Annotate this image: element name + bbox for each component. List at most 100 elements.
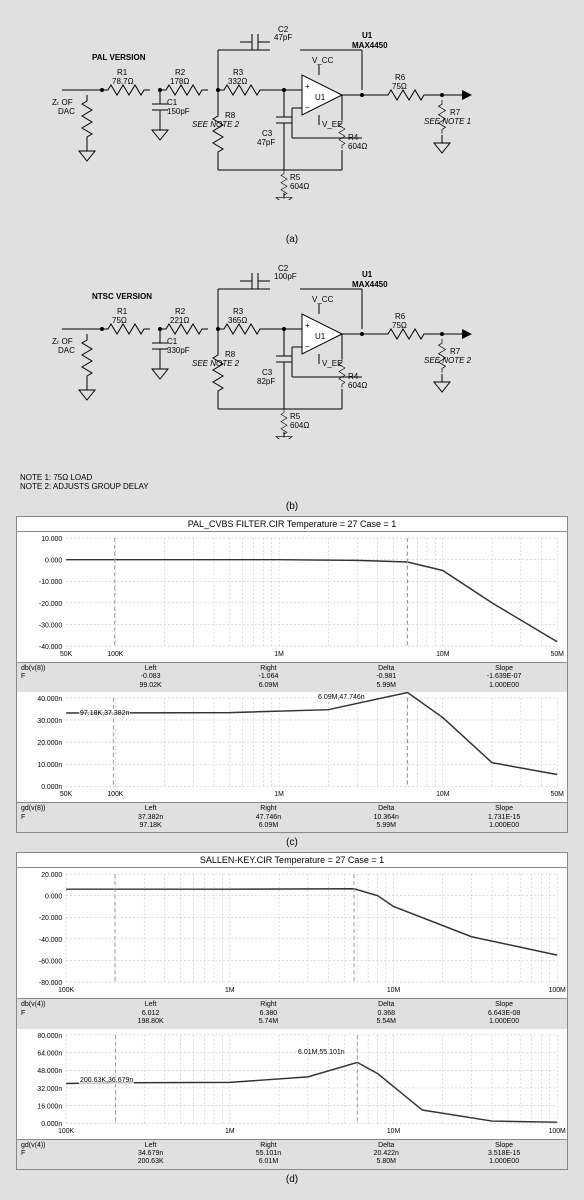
svg-text:DAC: DAC — [58, 107, 75, 116]
ntsc-r4-label: R4 — [348, 372, 359, 381]
schematic-pal: R1 78.7Ω R2 178Ω R3 332Ω C2 47pF C1 150p… — [10, 10, 574, 230]
sk-gd-xvar: F — [21, 1150, 92, 1158]
pal-u1-label: U1 — [362, 31, 373, 40]
ntsc-r8-value: SEE NOTE 2 — [192, 359, 240, 368]
ntsc-r8-label: R8 — [225, 350, 236, 359]
chart-sallen-gd-info: gd(v(4)) F Left34.679n200.63K Right55.10… — [17, 1140, 567, 1169]
pal-gd-marker2: 6.09M,47.746n — [317, 694, 366, 701]
svg-text:1M: 1M — [225, 1128, 235, 1135]
svg-text:+: + — [305, 321, 310, 330]
pal-r2-label: R2 — [175, 68, 186, 77]
pal-vee: V_EE — [322, 120, 342, 129]
pal-r1-label: R1 — [117, 68, 128, 77]
pal-r2-value: 178Ω — [170, 77, 189, 86]
note2: NOTE 2: ADJUSTS GROUP DELAY — [20, 482, 574, 491]
chart-sallen-panel-gd: 200.63K,36.679n 6.01M,55.101n 80.000n64.… — [17, 1029, 567, 1140]
svg-text:10M: 10M — [436, 791, 450, 798]
svg-text:1M: 1M — [274, 791, 284, 798]
svg-text:-30.000: -30.000 — [39, 622, 62, 629]
svg-text:100M: 100M — [549, 1128, 566, 1135]
svg-text:-20.000: -20.000 — [39, 916, 62, 923]
pal-gd-signal: gd(v(8)) — [21, 805, 92, 813]
pal-r5-label: R5 — [290, 173, 301, 182]
svg-text:10M: 10M — [387, 987, 401, 994]
sk-gd-marker2: 6.01M,55.101n — [297, 1049, 346, 1056]
pal-r6-value: 75Ω — [392, 82, 407, 91]
svg-text:50K: 50K — [60, 791, 73, 798]
ntsc-u1-part: MAX4450 — [352, 280, 388, 289]
chart-sallen: SALLEN-KEY.CIR Temperature = 27 Case = 1… — [16, 852, 568, 1169]
note1: NOTE 1: 75Ω LOAD — [20, 473, 574, 482]
ntsc-r1-label: R1 — [117, 307, 128, 316]
svg-text:DAC: DAC — [58, 346, 75, 355]
pal-gd-xvar: F — [21, 814, 92, 822]
pal-r8-value: SEE NOTE 2 — [192, 120, 240, 129]
svg-text:−: − — [305, 342, 310, 351]
svg-text:50M: 50M — [551, 791, 565, 798]
svg-text:0.000: 0.000 — [45, 558, 62, 565]
chart-pal-db-info: db(v(8)) F Left-0.08399.02K Right-1.0646… — [17, 663, 567, 692]
ntsc-c1-label: C1 — [167, 337, 178, 346]
svg-text:40.000n: 40.000n — [37, 696, 62, 703]
svg-text:1M: 1M — [225, 987, 235, 994]
svg-text:V_EE: V_EE — [322, 359, 342, 368]
ntsc-r2-label: R2 — [175, 307, 186, 316]
svg-text:100K: 100K — [107, 651, 123, 658]
ntsc-c2-value: 100pF — [274, 272, 297, 281]
svg-text:100K: 100K — [58, 1128, 74, 1135]
svg-text:50K: 50K — [60, 651, 73, 658]
chart-sallen-panel-db: 20.0000.000-20.000-40.000-60.000-80.0001… — [17, 868, 567, 999]
svg-text:10M: 10M — [436, 651, 450, 658]
ntsc-r3-label: R3 — [233, 307, 244, 316]
pal-r4-value: 604Ω — [348, 142, 367, 151]
svg-text:+: + — [305, 82, 310, 91]
pal-c3-value: 47pF — [257, 138, 275, 147]
ntsc-c3-label: C3 — [262, 368, 273, 377]
svg-text:48.000n: 48.000n — [37, 1068, 62, 1075]
pal-db-xvar: F — [21, 673, 92, 681]
schematic-notes: NOTE 1: 75Ω LOAD NOTE 2: ADJUSTS GROUP D… — [20, 473, 574, 491]
svg-text:10.000: 10.000 — [41, 536, 62, 543]
svg-text:U1: U1 — [315, 332, 326, 341]
svg-text:100K: 100K — [58, 987, 74, 994]
ntsc-c3-value: 82pF — [257, 377, 275, 386]
pal-version-label: PAL VERSION — [92, 53, 146, 62]
pal-c2-value: 47pF — [274, 33, 292, 42]
pal-r6-label: R6 — [395, 73, 406, 82]
svg-text:20.000: 20.000 — [41, 872, 62, 879]
sublabel-b: (b) — [10, 501, 574, 512]
pal-vcc: V_CC — [312, 56, 334, 65]
pal-r8-label: R8 — [225, 111, 236, 120]
sublabel-d: (d) — [10, 1174, 574, 1185]
svg-text:16.000n: 16.000n — [37, 1103, 62, 1110]
chart-pal-panel-db: 10.0000.000-10.000-20.000-30.000-40.0005… — [17, 532, 567, 663]
pal-gd-marker1: 97.18K,37.382n — [79, 710, 130, 717]
chart-sallen-db-info: db(v(4)) F Left6.012198.80K Right6.3805.… — [17, 999, 567, 1028]
sublabel-c: (c) — [10, 837, 574, 848]
pal-r1-value: 78.7Ω — [112, 77, 134, 86]
ntsc-r3-value: 365Ω — [228, 316, 247, 325]
schematic-ntsc-svg: R1 75Ω R2 221Ω R3 365Ω C2 100pF C1 330pF… — [30, 259, 554, 439]
svg-text:Zₜ OF: Zₜ OF — [52, 337, 73, 346]
svg-text:100K: 100K — [107, 791, 123, 798]
ntsc-u1-label: U1 — [362, 270, 373, 279]
svg-text:20.000n: 20.000n — [37, 740, 62, 747]
svg-text:0.000: 0.000 — [45, 894, 62, 901]
pal-r5-value: 604Ω — [290, 182, 309, 191]
pal-u1-part: MAX4450 — [352, 41, 388, 50]
ntsc-version-label: NTSC VERSION — [92, 292, 152, 301]
schematic-ntsc: R1 75Ω R2 221Ω R3 365Ω C2 100pF C1 330pF… — [10, 249, 574, 469]
pal-r3-label: R3 — [233, 68, 244, 77]
svg-text:-20.000: -20.000 — [39, 601, 62, 608]
ntsc-r5-value: 604Ω — [290, 421, 309, 430]
pal-c1-value: 150pF — [167, 107, 190, 116]
pal-r7-label: R7 — [450, 108, 461, 117]
sk-db-xvar: F — [21, 1010, 92, 1018]
schematic-pal-svg: R1 78.7Ω R2 178Ω R3 332Ω C2 47pF C1 150p… — [30, 20, 554, 200]
svg-text:V_CC: V_CC — [312, 295, 334, 304]
ntsc-r5-label: R5 — [290, 412, 301, 421]
sk-gd-signal: gd(v(4)) — [21, 1142, 92, 1150]
ntsc-c1-value: 330pF — [167, 346, 190, 355]
ntsc-r7-value: SEE NOTE 2 — [424, 356, 472, 365]
pal-u1-inner: U1 — [315, 93, 326, 102]
